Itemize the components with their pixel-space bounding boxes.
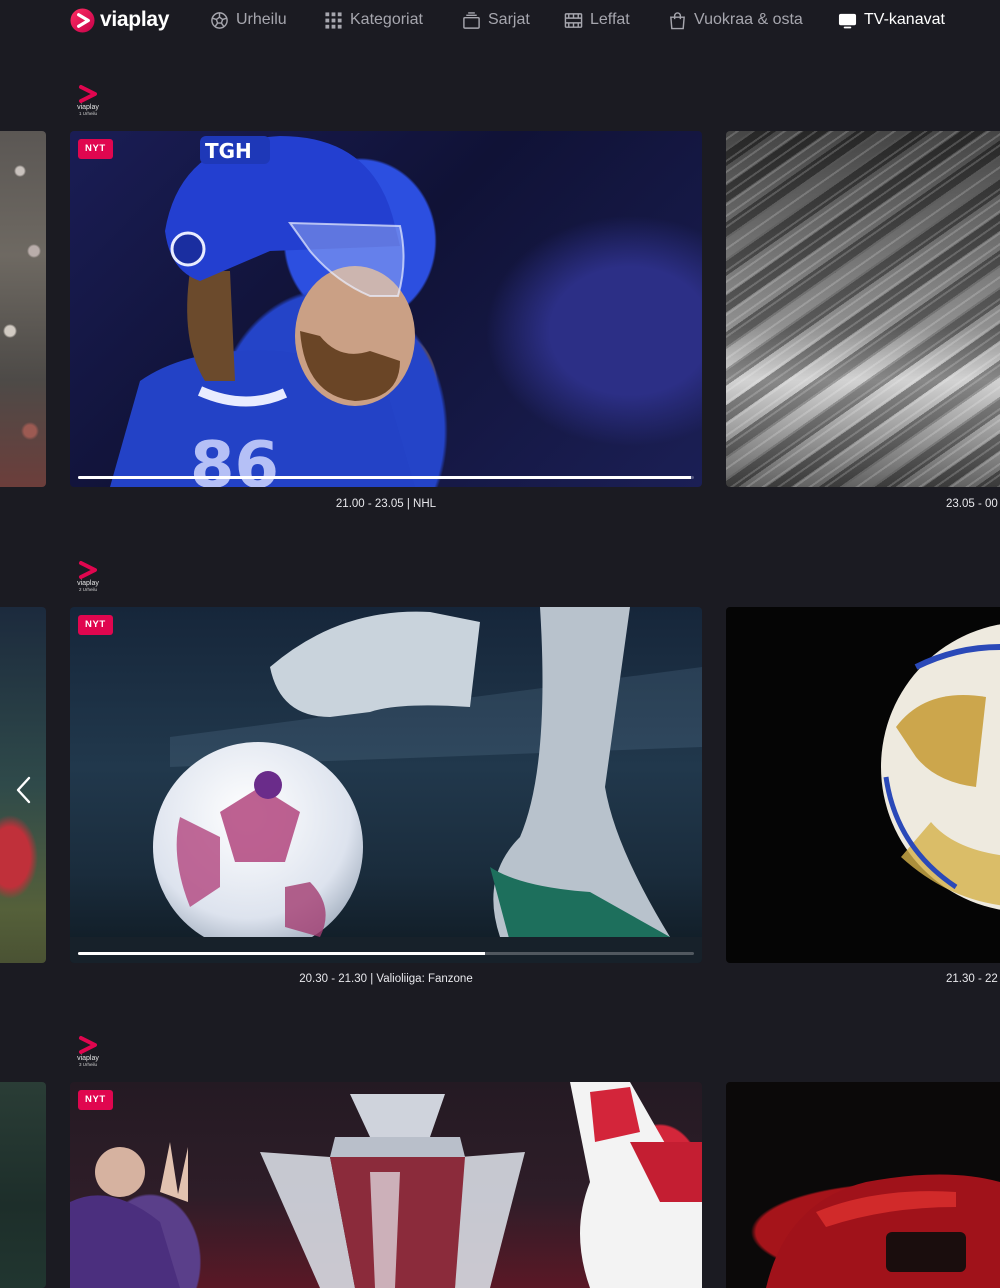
viaplay-logo-mark-icon (79, 85, 97, 103)
channel-logo-sub: 2 Urheilu (78, 587, 97, 592)
live-badge: NYT (78, 139, 113, 159)
football-image (70, 607, 702, 963)
nav-item-label: Vuokraa & osta (694, 11, 803, 28)
nav-item-vuokraa-osta[interactable]: Vuokraa & osta (668, 9, 803, 31)
svg-text:TGH: TGH (205, 139, 252, 163)
next-program-caption: 23.05 - 00 (946, 498, 998, 510)
nav-item-sarjat[interactable]: Sarjat (462, 9, 530, 31)
live-badge: NYT (78, 615, 113, 635)
live-program-card[interactable]: NYT (70, 1082, 702, 1288)
live-program-card[interactable]: NYT (70, 607, 702, 963)
channel-logo-brand: viaplay (77, 1055, 99, 1062)
race-car-image (766, 1174, 1000, 1288)
carousel-previous-button[interactable] (14, 776, 34, 804)
top-navigation: viaplay Urheilu Kategoriat Sarjat Leffat (0, 0, 1000, 40)
channel-logo-brand: viaplay (77, 580, 99, 587)
live-progress-fill (78, 952, 485, 955)
nav-item-urheilu[interactable]: Urheilu (210, 9, 287, 31)
nav-item-leffat[interactable]: Leffat (564, 9, 630, 31)
viaplay-logo[interactable]: viaplay (70, 7, 169, 33)
nav-item-tv-kanavat[interactable]: TV-kanavat (838, 9, 945, 31)
nav-item-kategoriat[interactable]: Kategoriat (324, 9, 423, 31)
shopping-bag-icon (670, 11, 685, 29)
viaplay-logo-mark-icon (79, 1036, 97, 1054)
tv-stack-icon (463, 11, 480, 29)
nav-item-label: TV-kanavat (864, 11, 945, 28)
live-program-caption: 20.30 - 21.30 | Valioliiga: Fanzone (299, 973, 473, 985)
previous-program-thumbnail[interactable] (0, 1082, 46, 1288)
grid-icon (325, 11, 342, 29)
live-progress-bar (78, 476, 694, 479)
channel-logo-viaplay-1-urheilu[interactable]: viaplay 1 Urheilu (75, 84, 103, 120)
next-program-card[interactable] (726, 607, 1000, 963)
next-program-card[interactable] (726, 1082, 1000, 1288)
next-program-card[interactable] (726, 131, 1000, 487)
previous-program-thumbnail[interactable] (0, 131, 46, 487)
channel-logo-sub: 3 Urheilu (78, 1062, 97, 1067)
viaplay-logo-mark-icon (79, 561, 97, 579)
channel-logo-viaplay-3-urheilu[interactable]: viaplay 3 Urheilu (75, 1035, 103, 1071)
nav-item-label: Kategoriat (350, 11, 423, 28)
live-progress-bar (78, 952, 694, 955)
channel-logo-viaplay-2-urheilu[interactable]: viaplay 2 Urheilu (75, 560, 103, 596)
chevron-left-icon (16, 776, 31, 804)
tv-icon (838, 13, 857, 28)
channel-logo-sub: 1 Urheilu (78, 111, 97, 116)
live-program-caption: 21.00 - 23.05 | NHL (335, 498, 437, 510)
film-icon (564, 12, 583, 28)
live-badge: NYT (78, 1090, 113, 1110)
trophy-image (70, 1082, 702, 1288)
hockey-player-image: 86 TGH (110, 136, 415, 487)
nav-item-label: Sarjat (488, 11, 530, 28)
football-icon (211, 11, 228, 29)
football-closeup-image (881, 624, 1000, 910)
channel-logo-brand: viaplay (77, 104, 99, 111)
viaplay-logo-text: viaplay (100, 8, 170, 31)
viaplay-logo-mark-icon (70, 7, 95, 33)
nav-item-label: Urheilu (236, 11, 287, 28)
live-progress-fill (78, 476, 691, 479)
nav-item-label: Leffat (590, 11, 630, 28)
next-program-caption: 21.30 - 22 (946, 973, 998, 985)
live-program-card[interactable]: 86 TGH NYT (70, 131, 702, 487)
